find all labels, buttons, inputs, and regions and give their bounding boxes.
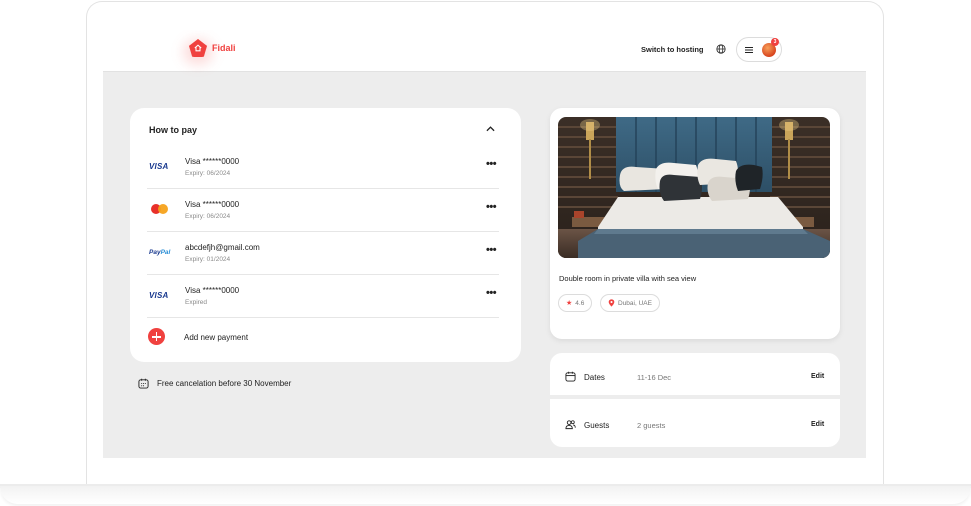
location-pin-icon	[608, 299, 615, 307]
payment-methods-card: How to pay VISA Visa ******0000 Expiry: …	[130, 108, 521, 362]
add-payment-icon[interactable]	[148, 328, 165, 345]
payment-method-expiry: Expiry: 01/2024	[185, 256, 231, 263]
more-options-icon[interactable]: •••	[486, 201, 497, 213]
payment-method-expiry: Expiry: 06/2024	[185, 170, 231, 177]
switch-to-hosting-link[interactable]: Switch to hosting	[641, 45, 704, 54]
free-cancelation-text: Free cancelation before 30 November	[157, 379, 292, 388]
mastercard-logo	[149, 203, 173, 215]
payment-section-title: How to pay	[149, 125, 198, 135]
property-card[interactable]: Double room in private villa with sea vi…	[550, 108, 840, 339]
payment-method-name: abcdefjh@gmail.com	[185, 243, 260, 252]
calendar-icon	[138, 378, 149, 389]
property-title[interactable]: Double room in private villa with sea vi…	[559, 274, 696, 283]
guests-value: 2 guests	[637, 421, 666, 430]
free-cancelation-notice: Free cancelation before 30 November	[138, 378, 291, 389]
payment-method-name: Visa ******0000	[185, 200, 240, 209]
add-payment-button[interactable]: Add new payment	[184, 333, 248, 342]
chevron-up-icon[interactable]	[486, 125, 495, 132]
visa-logo: VISA	[149, 161, 169, 171]
laptop-base	[0, 486, 971, 504]
star-icon: ★	[566, 300, 573, 307]
payment-method-expiry: Expiry: 06/2024	[185, 213, 231, 220]
users-icon	[565, 420, 576, 430]
dates-label: Dates	[584, 373, 605, 382]
guests-label: Guests	[584, 421, 610, 430]
payment-method-name: Visa ******0000	[185, 286, 240, 295]
brand-name: Fidali	[212, 43, 236, 53]
dates-value: 11-16 Dec	[637, 373, 672, 382]
hamburger-icon	[745, 47, 753, 53]
payment-method-row[interactable]: VISA Visa ******0000 Expiry: 06/2024 •••	[147, 146, 499, 189]
user-menu-button[interactable]: 3	[736, 37, 782, 62]
payment-method-status: Expired	[185, 299, 208, 306]
top-navigation: Fidali Switch to hosting 3	[103, 30, 866, 72]
edit-dates-button[interactable]: Edit	[811, 373, 824, 380]
rating-chip: ★ 4.6	[558, 294, 593, 312]
location-chip: Dubai, UAE	[600, 294, 660, 312]
rating-value: 4.6	[575, 299, 585, 307]
more-options-icon[interactable]: •••	[486, 158, 497, 170]
payment-method-row[interactable]: VISA Visa ******0000 Expired •••	[147, 275, 499, 318]
booking-details-card: Dates 11-16 Dec Edit Guests 2 guests Edi…	[550, 353, 840, 447]
app-screen: Fidali Switch to hosting 3 How to pay VI…	[103, 30, 866, 458]
edit-guests-button[interactable]: Edit	[811, 421, 824, 428]
more-options-icon[interactable]: •••	[486, 244, 497, 256]
notification-badge: 3	[771, 38, 779, 46]
payment-method-row[interactable]: PayPal abcdefjh@gmail.com Expiry: 01/202…	[147, 232, 499, 275]
payment-method-row[interactable]: Visa ******0000 Expiry: 06/2024 •••	[147, 189, 499, 232]
globe-icon[interactable]	[716, 44, 726, 54]
location-value: Dubai, UAE	[618, 299, 652, 307]
bedroom-illustration	[558, 117, 830, 258]
visa-logo: VISA	[149, 290, 169, 300]
calendar-icon	[565, 371, 576, 382]
property-photo[interactable]	[558, 117, 830, 258]
brand-logo[interactable]: Fidali	[183, 39, 236, 65]
guests-row: Guests 2 guests Edit	[550, 401, 840, 447]
paypal-logo: PayPal	[149, 248, 171, 256]
dates-row: Dates 11-16 Dec Edit	[550, 353, 840, 399]
more-options-icon[interactable]: •••	[486, 287, 497, 299]
payment-method-name: Visa ******0000	[185, 157, 240, 166]
